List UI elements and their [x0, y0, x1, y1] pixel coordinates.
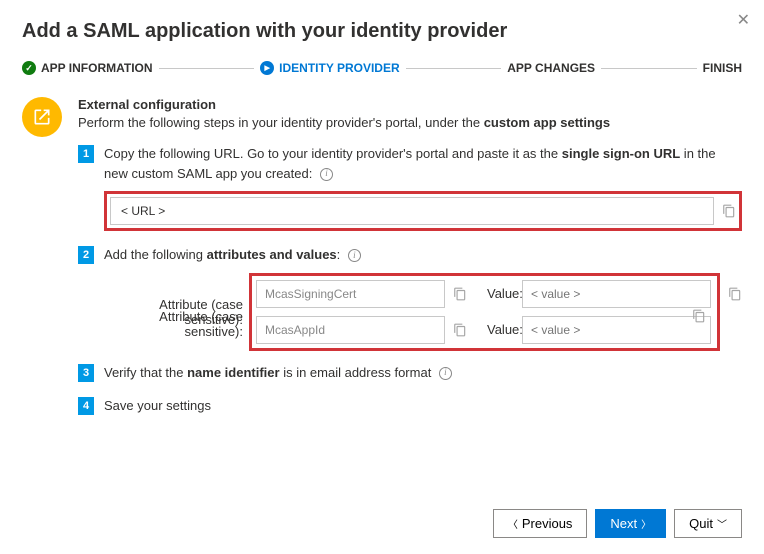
external-link-icon: [22, 97, 62, 137]
chevron-down-icon: ﹀: [717, 516, 727, 531]
step-label: IDENTITY PROVIDER: [279, 61, 399, 75]
attributes-highlight: Value: Value:: [249, 273, 720, 351]
copy-icon[interactable]: [728, 287, 742, 301]
info-icon[interactable]: [439, 367, 452, 380]
previous-button[interactable]: 〈 Previous: [493, 509, 588, 538]
section-title: External configuration: [78, 97, 742, 112]
step-line: [601, 68, 697, 69]
copy-icon[interactable]: [692, 311, 706, 326]
info-icon[interactable]: [348, 249, 361, 262]
close-icon[interactable]: ✕: [737, 10, 750, 30]
play-icon: [260, 61, 274, 75]
step-label: APP INFORMATION: [41, 61, 153, 75]
value-label: Value:: [467, 286, 522, 301]
chevron-right-icon: 〉: [641, 516, 651, 531]
value-2-input[interactable]: [522, 316, 711, 344]
attribute-1-input[interactable]: [256, 280, 445, 308]
step-finish: FINISH: [703, 61, 742, 75]
step-app-changes: APP CHANGES: [507, 61, 595, 75]
step-3-text: Verify that the name identifier is in em…: [104, 363, 742, 383]
page-title: Add a SAML application with your identit…: [22, 20, 742, 43]
step-number-3: 3: [78, 364, 94, 382]
url-highlight: [104, 191, 742, 231]
step-identity-provider: IDENTITY PROVIDER: [260, 61, 399, 75]
chevron-left-icon: 〈: [508, 516, 518, 531]
step-2-text: Add the following attributes and values:: [104, 245, 742, 265]
value-label: Value:: [467, 322, 522, 337]
footer-buttons: 〈 Previous Next 〉 Quit ﹀: [493, 509, 742, 538]
sso-url-input[interactable]: [110, 197, 714, 225]
step-label: APP CHANGES: [507, 61, 595, 75]
step-4-text: Save your settings: [104, 396, 742, 416]
attribute-2-input[interactable]: [256, 316, 445, 344]
step-number-4: 4: [78, 397, 94, 415]
check-icon: [22, 61, 36, 75]
value-1-input[interactable]: [522, 280, 711, 308]
step-app-information: APP INFORMATION: [22, 61, 153, 75]
next-button[interactable]: Next 〉: [595, 509, 666, 538]
copy-icon[interactable]: [453, 287, 467, 301]
step-line: [406, 68, 502, 69]
step-1-text: Copy the following URL. Go to your ident…: [104, 144, 742, 183]
quit-button[interactable]: Quit ﹀: [674, 509, 742, 538]
step-label: FINISH: [703, 61, 742, 75]
copy-icon[interactable]: [722, 204, 736, 218]
step-number-1: 1: [78, 145, 94, 163]
info-icon[interactable]: [320, 168, 333, 181]
step-line: [159, 68, 255, 69]
wizard-stepper: APP INFORMATION IDENTITY PROVIDER APP CH…: [22, 61, 742, 75]
copy-icon[interactable]: [453, 323, 467, 337]
step-number-2: 2: [78, 246, 94, 264]
section-description: Perform the following steps in your iden…: [78, 115, 742, 130]
